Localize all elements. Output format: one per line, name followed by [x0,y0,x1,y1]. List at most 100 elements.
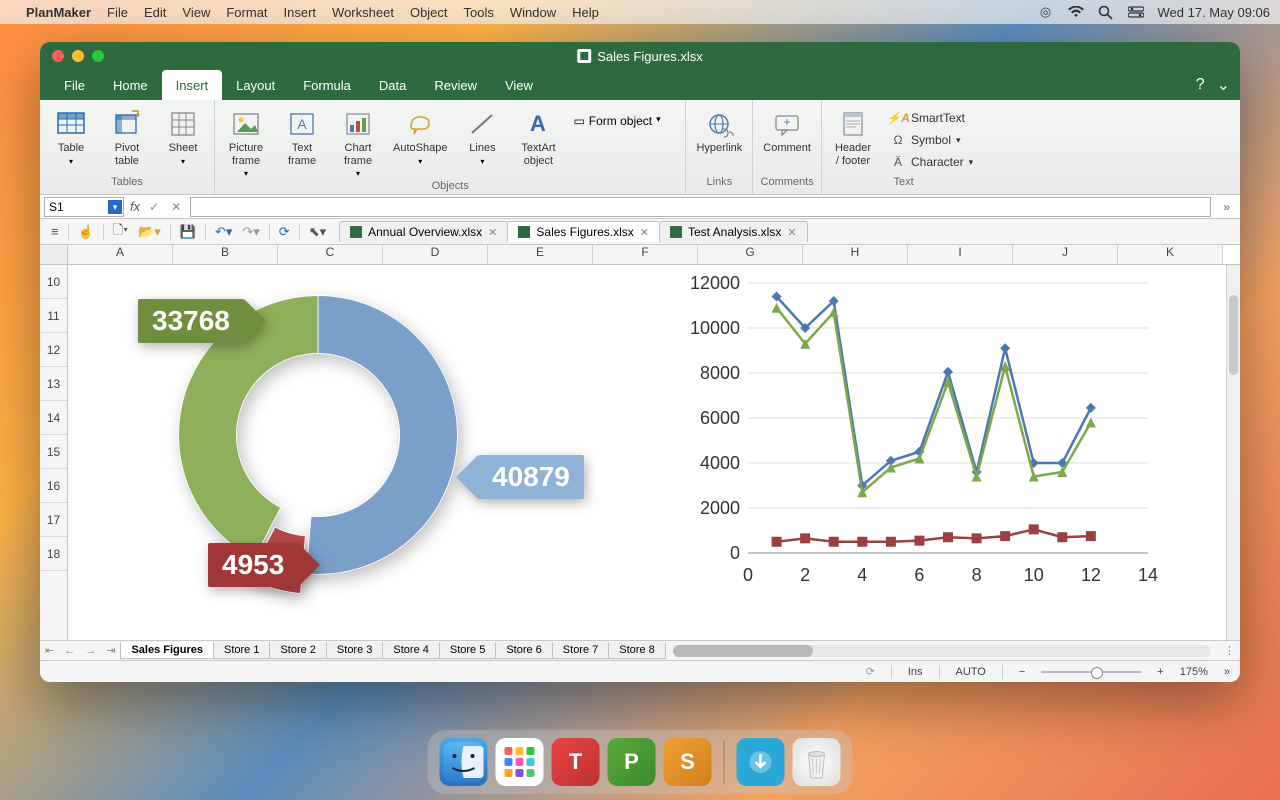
status-more-icon[interactable]: » [1224,666,1230,678]
redo-icon[interactable]: ↷▾ [237,224,264,240]
textart-button[interactable]: A TextArt object [513,106,563,169]
refresh-icon[interactable]: ⟳ [274,224,295,240]
close-button[interactable] [52,50,64,62]
col-header[interactable]: F [593,245,698,264]
vertical-scrollbar[interactable] [1226,265,1240,640]
dock-downloads-icon[interactable] [737,738,785,786]
line-chart[interactable]: 02000400060008000100001200002468101214 [678,273,1158,593]
col-header[interactable]: D [383,245,488,264]
sheet-button[interactable]: Sheet ▾ [158,106,208,168]
menu-window[interactable]: Window [510,5,556,20]
col-header[interactable]: A [68,245,173,264]
menu-tools[interactable]: Tools [464,5,494,20]
pointer-icon[interactable]: ⬉▾ [304,224,331,240]
row-header[interactable]: 17 [40,503,67,537]
align-icon[interactable]: ≡ [46,224,64,239]
col-header[interactable]: H [803,245,908,264]
maximize-button[interactable] [92,50,104,62]
control-center-icon[interactable] [1128,4,1144,20]
menu-object[interactable]: Object [410,5,448,20]
close-icon[interactable]: ✕ [787,226,796,239]
col-header[interactable]: B [173,245,278,264]
row-header[interactable]: 12 [40,333,67,367]
chart-frame-button[interactable]: Chart frame ▾ [333,106,383,180]
picture-frame-button[interactable]: Picture frame ▾ [221,106,271,180]
accept-icon[interactable]: ✓ [146,200,162,214]
menu-file[interactable]: File [107,5,128,20]
smarttext-button[interactable]: ⚡ASmartText [884,108,979,128]
ribbon-tab-layout[interactable]: Layout [222,70,289,100]
sheet-nav-last-icon[interactable]: ⇥ [101,644,120,657]
formula-input[interactable] [190,197,1211,217]
sheet-tab[interactable]: Store 5 [439,642,496,659]
hyperlink-button[interactable]: Hyperlink [692,106,746,157]
row-header[interactable]: 18 [40,537,67,571]
collapse-ribbon-icon[interactable]: ⌄ [1217,75,1230,95]
row-header[interactable]: 15 [40,435,67,469]
menu-edit[interactable]: Edit [144,5,166,20]
zoom-in-button[interactable]: + [1157,666,1163,678]
menu-worksheet[interactable]: Worksheet [332,5,394,20]
col-header[interactable]: J [1013,245,1118,264]
sheet-tab[interactable]: Store 4 [382,642,439,659]
status-auto[interactable]: AUTO [956,666,986,678]
col-header[interactable]: G [698,245,803,264]
dock-trash-icon[interactable] [793,738,841,786]
fx-icon[interactable]: fx [130,199,140,214]
zoom-level[interactable]: 175% [1180,666,1208,678]
menu-insert[interactable]: Insert [284,5,317,20]
open-file-icon[interactable]: 📂▾ [133,224,166,240]
dock-finder-icon[interactable] [440,738,488,786]
sheet-tab[interactable]: Store 7 [552,642,609,659]
dock-launchpad-icon[interactable] [496,738,544,786]
row-header[interactable]: 11 [40,299,67,333]
ribbon-tab-file[interactable]: File [50,70,99,100]
app-name[interactable]: PlanMaker [26,5,91,20]
file-tab[interactable]: Test Analysis.xlsx✕ [659,221,808,242]
sheet-nav-next-icon[interactable]: → [80,645,101,657]
ribbon-tab-insert[interactable]: Insert [162,70,223,100]
sheet-tab[interactable]: Store 6 [495,642,552,659]
ribbon-tab-review[interactable]: Review [420,70,491,100]
lines-button[interactable]: Lines ▾ [457,106,507,168]
close-icon[interactable]: ✕ [640,226,649,239]
sheet-nav-first-icon[interactable]: ⇤ [40,644,59,657]
sheet-tab[interactable]: Store 8 [608,642,665,659]
ribbon-tab-data[interactable]: Data [365,70,420,100]
donut-chart[interactable]: 33768 40879 4953 [148,265,528,605]
cell-reference-box[interactable]: S1▾ [44,197,124,217]
col-header[interactable]: K [1118,245,1223,264]
row-header[interactable]: 14 [40,401,67,435]
comment-button[interactable]: + Comment [759,106,815,157]
zoom-slider[interactable] [1041,671,1141,673]
cell-grid[interactable]: 33768 40879 4953 02000400060008000100001… [68,265,1226,640]
ribbon-tab-view[interactable]: View [491,70,547,100]
sync-icon[interactable]: ⟳ [866,665,875,678]
sheet-tab[interactable]: Store 3 [326,642,383,659]
dock-app-t-icon[interactable]: T [552,738,600,786]
menu-help[interactable]: Help [572,5,599,20]
save-icon[interactable]: 💾 [175,224,201,240]
row-header[interactable]: 16 [40,469,67,503]
cancel-icon[interactable]: ✕ [168,200,184,214]
menu-format[interactable]: Format [226,5,267,20]
text-frame-button[interactable]: A Text frame [277,106,327,169]
wifi-icon[interactable] [1068,4,1084,20]
close-icon[interactable]: ✕ [488,226,497,239]
form-object-button[interactable]: ▭ Form object ▾ [569,108,679,134]
sheet-tab[interactable]: Sales Figures [120,642,214,659]
dock-app-s-icon[interactable]: S [664,738,712,786]
autoshape-button[interactable]: AutoShape ▾ [389,106,451,168]
symbol-button[interactable]: ΩSymbol ▾ [884,130,979,150]
header-footer-button[interactable]: Header / footer [828,106,878,169]
pivot-table-button[interactable]: Pivot table [102,106,152,169]
file-tab[interactable]: Sales Figures.xlsx✕ [507,221,660,242]
new-file-icon[interactable]: 🗋▾ [108,221,133,243]
row-header[interactable]: 13 [40,367,67,401]
horizontal-scrollbar[interactable] [673,645,1211,657]
sheet-tab[interactable]: Store 2 [269,642,326,659]
minimize-button[interactable] [72,50,84,62]
select-all-cell[interactable] [40,245,68,264]
ribbon-tab-home[interactable]: Home [99,70,162,100]
status-ins[interactable]: Ins [908,666,923,678]
